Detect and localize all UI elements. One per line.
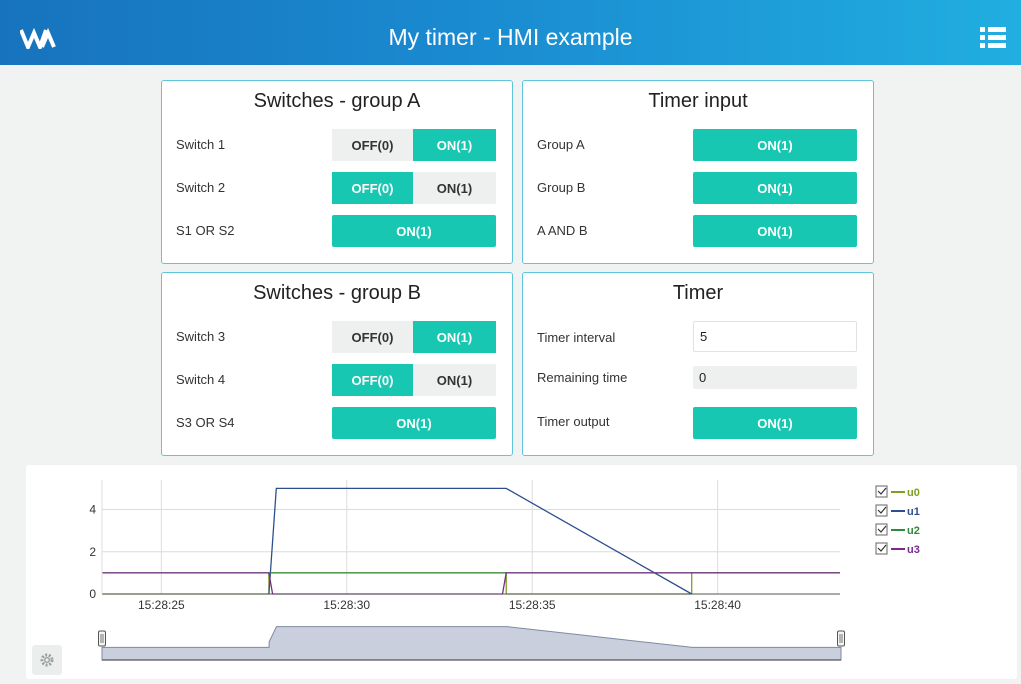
timer-panel: Timer Timer interval Remaining time 0 Ti… xyxy=(522,272,874,456)
panel-title: Timer input xyxy=(648,90,748,112)
chart-settings-button[interactable] xyxy=(32,645,62,675)
switch-3-on-button[interactable]: ON(1) xyxy=(413,321,496,353)
switches-group-b-panel: Switches - group B Switch 3 OFF(0) ON(1)… xyxy=(161,272,513,456)
remaining-time-value: 0 xyxy=(693,366,857,389)
list-menu-icon[interactable] xyxy=(980,26,1006,48)
switch-2-label: Switch 2 xyxy=(176,180,226,195)
s1-or-s2-label: S1 OR S2 xyxy=(176,223,235,238)
panel-title: Switches - group B xyxy=(253,282,421,304)
timer-interval-input[interactable] xyxy=(693,321,857,352)
page-title: My timer - HMI example xyxy=(388,24,633,50)
switch-2-off-button[interactable]: OFF(0) xyxy=(332,172,413,204)
a-and-b-label: A AND B xyxy=(537,223,588,238)
s1-or-s2-indicator: ON(1) xyxy=(332,215,496,247)
switches-group-a-panel: Switches - group A Switch 1 OFF(0) ON(1)… xyxy=(161,80,513,264)
switch-1-label: Switch 1 xyxy=(176,137,226,152)
switch-1-on-button[interactable]: ON(1) xyxy=(413,129,496,161)
remaining-time-label: Remaining time xyxy=(537,370,628,385)
switch-4-on-button[interactable]: ON(1) xyxy=(413,364,496,396)
switch-3-off-button[interactable]: OFF(0) xyxy=(332,321,413,353)
a-and-b-indicator: ON(1) xyxy=(693,215,857,247)
s3-or-s4-label: S3 OR S4 xyxy=(176,415,235,430)
switch-4-label: Switch 4 xyxy=(176,372,226,387)
switch-3-label: Switch 3 xyxy=(176,329,226,344)
switch-4-off-button[interactable]: OFF(0) xyxy=(332,364,413,396)
panel-title: Timer xyxy=(672,282,724,304)
switch-2-on-button[interactable]: ON(1) xyxy=(413,172,496,204)
s3-or-s4-indicator: ON(1) xyxy=(332,407,496,439)
panel-title: Switches - group A xyxy=(253,90,421,112)
timer-output-label: Timer output xyxy=(537,414,610,429)
group-a-label: Group A xyxy=(537,137,585,152)
gear-icon xyxy=(40,653,54,667)
switch-1-off-button[interactable]: OFF(0) xyxy=(332,129,413,161)
group-b-indicator: ON(1) xyxy=(693,172,857,204)
timer-interval-label: Timer interval xyxy=(537,330,616,345)
group-a-indicator: ON(1) xyxy=(693,129,857,161)
group-b-label: Group B xyxy=(537,180,586,195)
trend-chart-area xyxy=(26,465,1017,679)
top-bar: My timer - HMI example xyxy=(0,0,1021,65)
timer-output-indicator: ON(1) xyxy=(693,407,857,439)
timer-input-panel: Timer input Group A ON(1) Group B ON(1) … xyxy=(522,80,874,264)
